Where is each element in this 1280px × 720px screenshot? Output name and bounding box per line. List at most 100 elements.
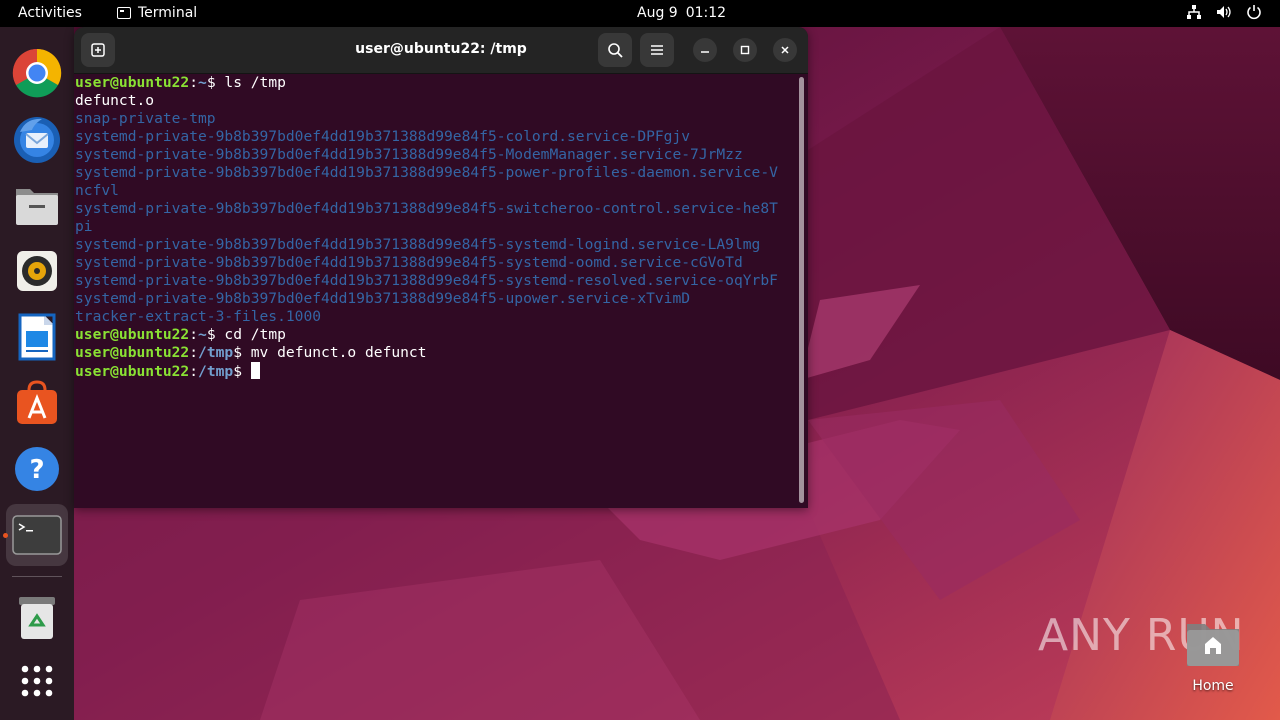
clock-time: 01:12: [685, 5, 727, 21]
prompt-symbol: $: [233, 363, 242, 380]
app-menu-label: Terminal: [138, 5, 198, 21]
output-line: tracker-extract-3-files.1000: [74, 308, 800, 326]
output-line: systemd-private-9b8b397bd0ef4dd19b371388…: [74, 200, 800, 218]
output-line: defunct.o: [74, 92, 800, 110]
prompt-symbol: $: [206, 326, 216, 343]
scrollbar[interactable]: [799, 77, 804, 503]
output-line: snap-private-tmp: [74, 110, 800, 128]
close-button[interactable]: [773, 38, 797, 62]
directory-entry: systemd-private-9b8b397bd0ef4dd19b371388…: [75, 146, 743, 163]
files-launcher[interactable]: [10, 178, 64, 232]
close-icon: [781, 46, 789, 54]
dock: ?: [0, 27, 74, 720]
prompt-symbol: $: [206, 74, 216, 91]
prompt-symbol: $: [233, 344, 242, 361]
directory-entry: systemd-private-9b8b397bd0ef4dd19b371388…: [75, 236, 761, 253]
directory-entry: tracker-extract-3-files.1000: [75, 308, 322, 325]
output-line: systemd-private-9b8b397bd0ef4dd19b371388…: [74, 164, 800, 182]
chrome-launcher[interactable]: [10, 46, 64, 100]
trash-launcher[interactable]: [10, 591, 64, 645]
output-line: pi: [74, 218, 800, 236]
prompt-colon: :: [189, 326, 199, 343]
terminal-launcher[interactable]: [6, 504, 68, 566]
minimize-icon: [701, 51, 709, 53]
prompt-path: ~: [198, 326, 207, 343]
thunderbird-icon: [14, 117, 60, 163]
directory-entry: ncfvl: [75, 182, 119, 199]
top-bar: Activities Terminal Aug 9 01:12: [0, 0, 1280, 27]
output-line: systemd-private-9b8b397bd0ef4dd19b371388…: [74, 254, 800, 272]
app-menu[interactable]: Terminal: [117, 5, 197, 21]
grid-icon: [21, 665, 53, 697]
output-line: systemd-private-9b8b397bd0ef4dd19b371388…: [74, 146, 800, 164]
writer-launcher[interactable]: [10, 310, 64, 364]
search-button[interactable]: [598, 33, 632, 67]
output-line: systemd-private-9b8b397bd0ef4dd19b371388…: [74, 290, 800, 308]
shopping-bag-icon: [17, 380, 57, 424]
text-cursor: [250, 362, 260, 379]
file-entry: defunct.o: [75, 92, 155, 109]
prompt-line: user@ubuntu22:/tmp$ mv defunct.o defunct: [74, 344, 800, 362]
document-icon: [18, 313, 56, 361]
volume-icon[interactable]: [1216, 4, 1232, 20]
prompt-user: user@ubuntu22: [75, 326, 190, 343]
clock[interactable]: Aug 9 01:12: [637, 5, 734, 21]
terminal-window[interactable]: user@ubuntu22: /tmp user@ubuntu22:~$ ls …: [74, 27, 808, 508]
directory-entry: systemd-private-9b8b397bd0ef4dd19b371388…: [75, 200, 778, 217]
search-icon: [608, 43, 623, 58]
trash-icon: [19, 597, 55, 639]
command-text: ls /tmp: [215, 74, 286, 91]
prompt-colon: :: [189, 74, 199, 91]
prompt-colon: :: [189, 344, 199, 361]
prompt-line: user@ubuntu22:/tmp$: [74, 362, 800, 380]
prompt-colon: :: [189, 363, 199, 380]
directory-entry: pi: [75, 218, 93, 235]
show-apps-button[interactable]: [10, 654, 64, 708]
svg-text:?: ?: [29, 455, 44, 485]
power-icon[interactable]: [1246, 4, 1262, 20]
terminal-icon: [12, 515, 62, 555]
prompt-user: user@ubuntu22: [75, 344, 190, 361]
activities-button[interactable]: Activities: [18, 5, 82, 21]
clock-date: Aug 9: [637, 5, 678, 21]
directory-entry: systemd-private-9b8b397bd0ef4dd19b371388…: [75, 254, 743, 271]
window-titlebar[interactable]: user@ubuntu22: /tmp: [74, 27, 808, 74]
app-center-launcher[interactable]: [10, 376, 64, 430]
output-line: ncfvl: [74, 182, 800, 200]
directory-entry: systemd-private-9b8b397bd0ef4dd19b371388…: [75, 290, 691, 307]
command-text: mv defunct.o defunct: [241, 344, 427, 361]
maximize-icon: [740, 45, 750, 55]
thunderbird-launcher[interactable]: [10, 112, 64, 166]
terminal-output[interactable]: user@ubuntu22:~$ ls /tmp defunct.o snap-pr…: [74, 74, 800, 508]
output-line: systemd-private-9b8b397bd0ef4dd19b371388…: [74, 272, 800, 290]
menu-button[interactable]: [640, 33, 674, 67]
prompt-line: user@ubuntu22:~$ ls /tmp: [74, 74, 800, 92]
directory-entry: systemd-private-9b8b397bd0ef4dd19b371388…: [75, 164, 778, 181]
help-launcher[interactable]: ?: [10, 442, 64, 496]
maximize-button[interactable]: [733, 38, 757, 62]
directory-entry: snap-private-tmp: [75, 110, 216, 127]
rhythmbox-launcher[interactable]: [10, 244, 64, 298]
prompt-path: ~: [198, 74, 207, 91]
prompt-line: user@ubuntu22:~$ cd /tmp: [74, 326, 800, 344]
output-line: systemd-private-9b8b397bd0ef4dd19b371388…: [74, 236, 800, 254]
directory-entry: systemd-private-9b8b397bd0ef4dd19b371388…: [75, 128, 691, 145]
system-tray[interactable]: [1186, 4, 1262, 20]
prompt-path: /tmp: [198, 363, 234, 380]
prompt-path: /tmp: [198, 344, 234, 361]
network-icon[interactable]: [1186, 4, 1202, 20]
terminal-icon: [117, 7, 131, 19]
prompt-user: user@ubuntu22: [75, 74, 190, 91]
home-folder-label[interactable]: Home: [1173, 678, 1253, 694]
minimize-button[interactable]: [693, 38, 717, 62]
running-indicator: [3, 533, 8, 538]
home-folder-icon[interactable]: [1185, 618, 1241, 668]
speaker-icon: [17, 251, 57, 291]
help-icon: ?: [15, 447, 59, 491]
chrome-icon: [12, 48, 62, 98]
dock-separator: [12, 576, 62, 577]
folder-icon: [16, 189, 58, 225]
directory-entry: systemd-private-9b8b397bd0ef4dd19b371388…: [75, 272, 778, 289]
command-text: [242, 363, 251, 380]
prompt-user: user@ubuntu22: [75, 363, 190, 380]
